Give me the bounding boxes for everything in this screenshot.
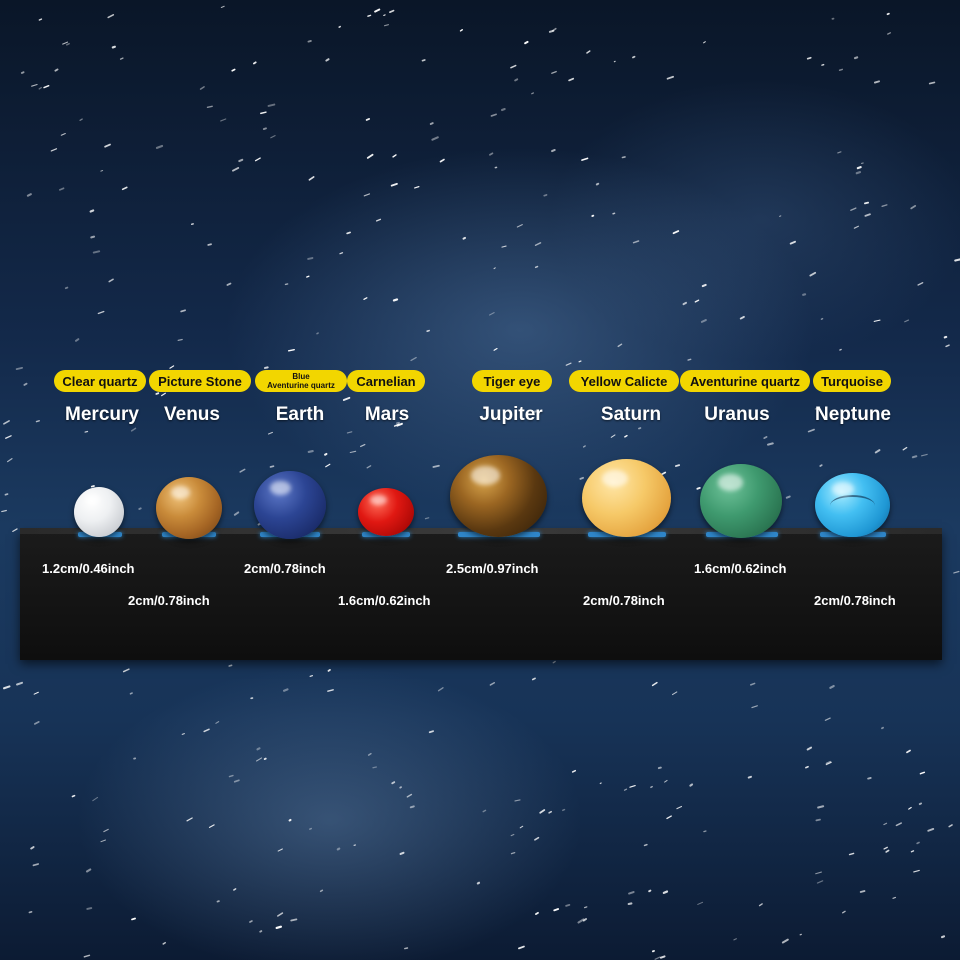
aventurine-quartz-sphere: [700, 464, 782, 538]
stone-label-neptune: Turquoise: [813, 370, 891, 392]
planet-name-mercury: Mercury: [65, 404, 139, 425]
picture-stone-sphere: [156, 477, 222, 539]
planet-name-mars: Mars: [364, 404, 410, 425]
size-jupiter: 2.5cm/0.97inch: [446, 561, 539, 576]
stone-label-venus: Picture Stone: [149, 370, 251, 392]
size-neptune: 2cm/0.78inch: [814, 593, 896, 608]
size-venus: 2cm/0.78inch: [128, 593, 210, 608]
size-mars: 1.6cm/0.62inch: [338, 593, 431, 608]
stone-label-earth: Blue Aventurine quartz: [255, 370, 347, 392]
planet-name-venus: Venus: [164, 404, 220, 425]
yellow-calcite-sphere: [582, 459, 671, 537]
stone-label-earth-line1: Blue: [292, 372, 310, 381]
carnelian-sphere: [358, 488, 414, 536]
stone-label-earth-line2: Aventurine quartz: [267, 381, 335, 390]
stone-label-saturn: Yellow Calicte: [569, 370, 679, 392]
clear-quartz-sphere: [74, 487, 124, 537]
size-earth: 2cm/0.78inch: [244, 561, 326, 576]
blue-aventurine-sphere: [254, 471, 326, 539]
stone-label-uranus: Aventurine quartz: [680, 370, 810, 392]
tiger-eye-sphere: [450, 455, 547, 537]
stone-label-mars: Carnelian: [347, 370, 425, 392]
turquoise-sphere: [815, 473, 890, 537]
size-saturn: 2cm/0.78inch: [583, 593, 665, 608]
planet-name-saturn: Saturn: [600, 404, 662, 425]
planet-name-neptune: Neptune: [815, 404, 891, 425]
size-uranus: 1.6cm/0.62inch: [694, 561, 787, 576]
size-mercury: 1.2cm/0.46inch: [42, 561, 135, 576]
planet-name-earth: Earth: [275, 404, 325, 425]
stone-label-mercury: Clear quartz: [54, 370, 146, 392]
planet-name-jupiter: Jupiter: [479, 404, 543, 425]
planet-name-uranus: Uranus: [704, 404, 770, 425]
stone-label-jupiter: Tiger eye: [472, 370, 552, 392]
